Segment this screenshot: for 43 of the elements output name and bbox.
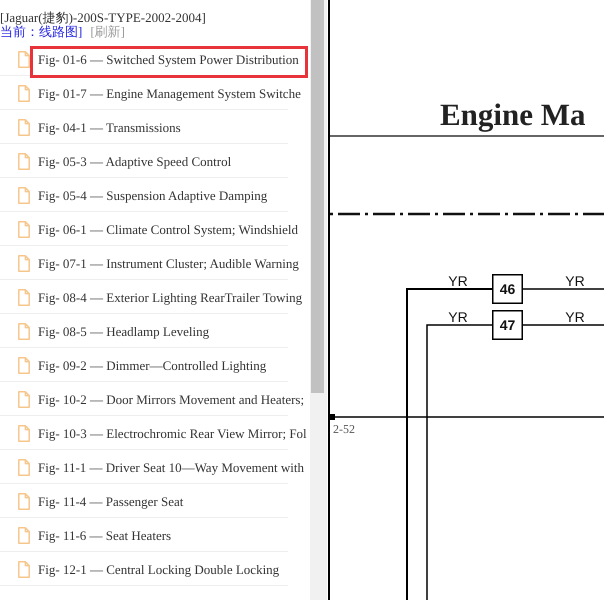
vehicle-title: [Jaguar(捷豹)-200S-TYPE-2002-2004] (0, 11, 207, 25)
figure-link[interactable]: Fig- 06-1 — Climate Control System; Windshield (30, 216, 298, 248)
document-icon (18, 527, 30, 544)
wire-label: YR (448, 273, 468, 289)
reference-label: 2-52 (333, 422, 355, 436)
figure-link[interactable]: Fig- 10-3 — Electrochromic Rear View Mirror; Fol (30, 420, 307, 452)
connector-box: 47 (492, 310, 523, 340)
figure-link[interactable]: Fig- 11-4 — Passenger Seat (30, 488, 184, 520)
figure-link[interactable]: Fig- 11-1 — Driver Seat 10—Way Movement with (30, 454, 304, 486)
document-icon (18, 459, 30, 476)
figure-link[interactable]: Fig- 09-2 — Dimmer—Controlled Lighting (30, 352, 266, 384)
document-icon (18, 561, 30, 578)
wire-label: YR (565, 309, 585, 325)
diagram-title: Engine Ma (440, 97, 586, 132)
document-icon (18, 85, 30, 102)
figure-link[interactable]: Fig- 01-6 — Switched System Power Distribution (30, 46, 308, 78)
figure-link[interactable]: Fig- 10-2 — Door Mirrors Movement and Heaters; (30, 386, 304, 418)
scrollbar-thumb[interactable] (311, 0, 324, 393)
figure-link[interactable]: Fig- 04-1 — Transmissions (30, 114, 181, 146)
figure-link[interactable]: Fig- 07-1 — Instrument Cluster; Audible Warning (30, 250, 299, 282)
figure-link[interactable]: Fig- 08-5 — Headlamp Leveling (30, 318, 210, 350)
document-icon (18, 255, 30, 272)
document-icon (18, 357, 30, 374)
document-icon (18, 323, 30, 340)
figure-link[interactable]: Fig- 05-3 — Adaptive Speed Control (30, 148, 232, 180)
document-icon (18, 119, 30, 136)
wire-label: YR (565, 273, 585, 289)
document-icon (18, 289, 30, 306)
document-icon (18, 153, 30, 170)
figure-link[interactable]: Fig- 12-1 — Central Locking Double Locking (30, 556, 280, 588)
figure-link[interactable]: Fig- 05-4 — Suspension Adaptive Damping (30, 182, 268, 214)
figure-link[interactable]: Fig- 01-7 — Engine Management System Switche (30, 80, 301, 112)
document-icon (18, 221, 30, 238)
figure-link[interactable]: Fig- 11-6 — Seat Heaters (30, 522, 172, 554)
document-icon (18, 51, 30, 68)
connector-box: 46 (492, 274, 523, 304)
document-icon (18, 493, 30, 510)
figure-link[interactable]: Fig- 08-4 — Exterior Lighting RearTrailer Towing (30, 284, 302, 316)
document-icon (18, 187, 30, 204)
document-icon (18, 425, 30, 442)
current-view-link[interactable]: 当前：线路图] (0, 24, 82, 39)
wire-label: YR (448, 309, 468, 325)
document-icon (18, 391, 30, 408)
